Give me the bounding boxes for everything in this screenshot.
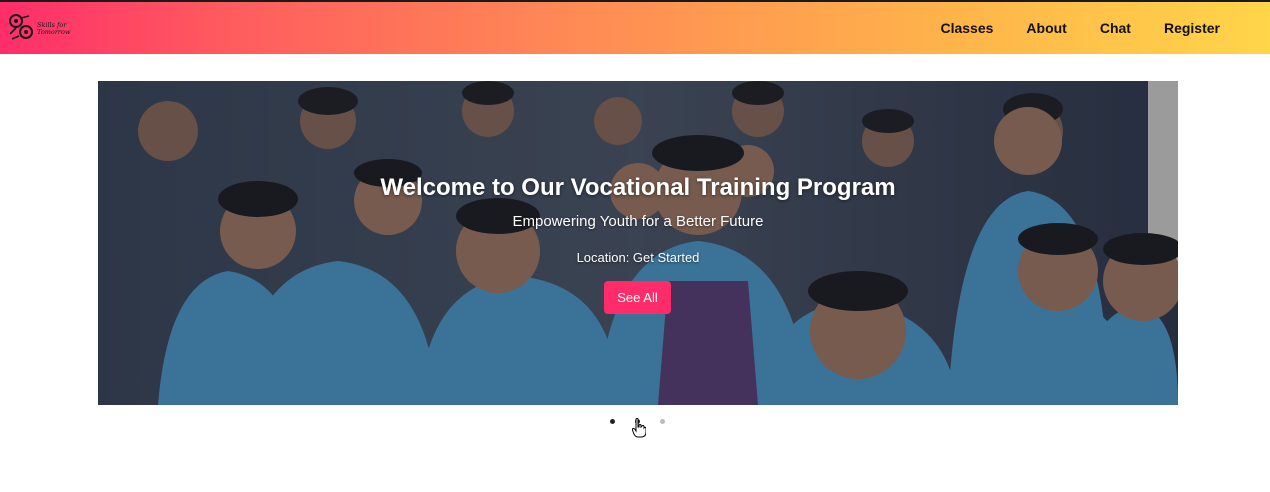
hero-carousel-slide: Welcome to Our Vocational Training Progr… — [98, 81, 1178, 405]
hero-title: Welcome to Our Vocational Training Progr… — [380, 174, 896, 201]
see-all-button[interactable]: See All — [604, 281, 671, 314]
hero-location: Location: Get Started — [576, 250, 700, 265]
gear-cog-icon — [7, 12, 35, 47]
nav-link-classes[interactable]: Classes — [940, 20, 993, 36]
hero-content: Welcome to Our Vocational Training Progr… — [98, 81, 1178, 405]
brand-logo[interactable]: Skills for Tomorrow — [7, 12, 71, 47]
hero-subtitle: Empowering Youth for a Better Future — [512, 213, 764, 230]
hand-pointer-icon — [631, 418, 647, 443]
top-navbar: Skills for Tomorrow Classes About Chat R… — [0, 0, 1270, 54]
carousel-dot-1[interactable] — [610, 419, 615, 424]
main-nav: Classes About Chat Register — [907, 2, 1220, 54]
nav-link-register[interactable]: Register — [1164, 20, 1220, 36]
brand-logo-text: Skills for Tomorrow — [37, 21, 71, 36]
nav-link-about[interactable]: About — [1026, 20, 1066, 36]
nav-link-chat[interactable]: Chat — [1100, 20, 1131, 36]
carousel-dot-3[interactable] — [660, 419, 665, 424]
